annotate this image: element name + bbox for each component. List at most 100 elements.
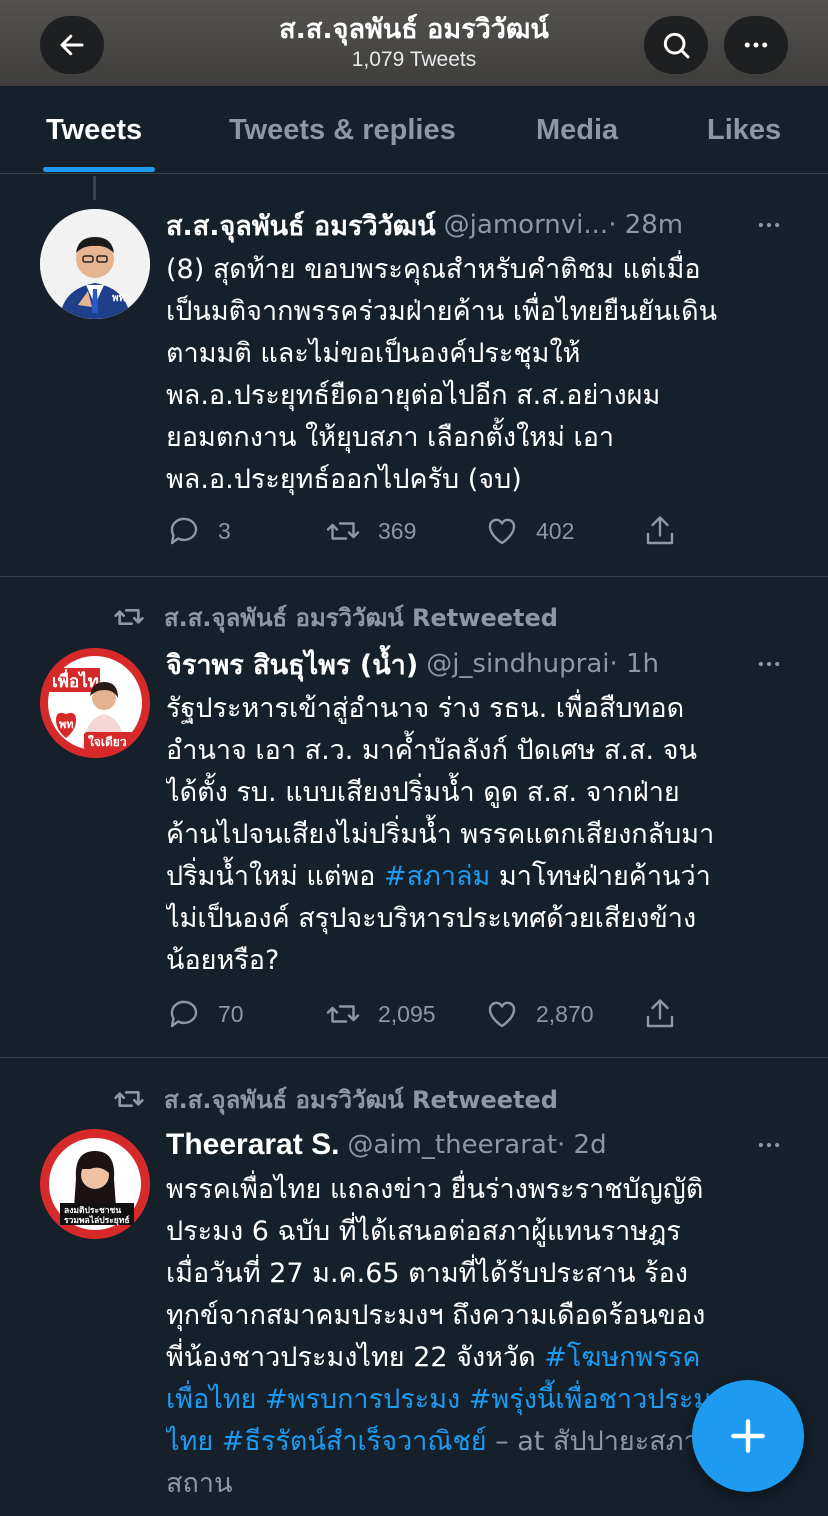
tweet-line: ค้านไปจนเสียงไม่ปริ่มน้ำ พรรคแตกเสียงกลั… [166, 819, 715, 850]
retweet-icon [326, 522, 360, 540]
reply-button[interactable]: 3 [166, 511, 231, 551]
tweet-time[interactable]: · 28m [608, 210, 683, 240]
retweet-button[interactable]: 2,095 [324, 994, 436, 1034]
svg-text:พท: พท [112, 293, 126, 304]
tweet-line: (8) สุดท้าย ขอบพระคุณสำหรับคำติชม แต่เมื… [166, 254, 701, 285]
tweet-actions: 3 369 402 [166, 511, 686, 551]
tweet-text-fragment: ปริ่มน้ำใหม่ แต่พอ [166, 861, 384, 892]
retweeted-by-label[interactable]: ส.ส.จุลพันธ์ อมรวิวัฒน์ Retweeted [164, 598, 558, 637]
avatar-party-logo: เพื่อไทย พท ใจเดียว [40, 648, 150, 758]
avatar[interactable]: เพื่อไทย พท ใจเดียว [40, 648, 150, 758]
reply-count: 3 [218, 517, 231, 544]
tweet-line: น้อยหรือ? [166, 945, 280, 976]
retweet-icon [114, 1091, 144, 1107]
retweet-icon [326, 1005, 360, 1023]
location-text[interactable]: สถาน [166, 1463, 794, 1505]
tweet-line: พล.อ.ประยุทธ์ออกไปครับ (จบ) [166, 464, 522, 495]
profile-tabs: Tweets Tweets & replies Media Likes [0, 86, 828, 174]
hashtag-link[interactable]: #สภาล่ม [384, 861, 490, 892]
tweet-line: พรรคเพื่อไทย แถลงข่าว ยื่นร่างพระราชบัญญ… [166, 1174, 704, 1205]
avatar-slogan-text: ใจเดียว [88, 734, 127, 749]
active-tab-indicator [43, 167, 155, 172]
tweet-text: (8) สุดท้าย ขอบพระคุณสำหรับคำติชม แต่เมื… [166, 249, 794, 501]
tweet-line: ตามมติ และไม่ขอเป็นองค์ประชุมให้ [166, 338, 581, 369]
profile-header: ส.ส.จุลพันธ์ อมรวิวัฒน์ 1,079 Tweets [0, 0, 828, 86]
avatar[interactable]: พท [40, 209, 150, 319]
share-icon [646, 999, 674, 1028]
tweet-more-button[interactable] [752, 208, 786, 242]
tweet-header: จิราพร สินธุไพร (น้ำ) @j_sindhuprai · 1h [166, 644, 768, 684]
retweet-count: 2,095 [378, 1000, 436, 1027]
tweet-more-button[interactable] [752, 1128, 786, 1162]
tweet-line: ประมง 6 ฉบับ ที่ได้เสนอต่อสภาผู้แทนราษฎร [166, 1216, 681, 1247]
retweet-context: ส.ส.จุลพันธ์ อมรวิวัฒน์ Retweeted [110, 600, 558, 634]
hashtag-link[interactable]: ไทย #ธีรรัตน์สำเร็จวาณิชย์ [166, 1426, 487, 1457]
tweet-text-fragment: พี่น้องชาวประมงไทย 22 จังหวัด [166, 1342, 545, 1373]
reply-button[interactable]: 70 [166, 994, 244, 1034]
heart-icon [488, 518, 516, 545]
tweet-line: ไม่เป็นองค์ สรุปจะบริหารประเทศด้วยเสียงข… [166, 903, 697, 934]
tweet-line: ทุกข์จากสมาคมประมงฯ ถึงความเดือดร้อนของ [166, 1300, 706, 1331]
tweet-line: ได้ตั้ง รบ. แบบเสียงปริ่มน้ำ ดูด ส.ส. จา… [166, 777, 680, 808]
tweet-line: พี่น้องชาวประมงไทย 22 จังหวัด #โฆษกพรรค [166, 1337, 794, 1379]
reply-count: 70 [218, 1000, 244, 1027]
tab-likes[interactable]: Likes [707, 112, 781, 148]
tweet-line: เมื่อวันที่ 27 ม.ค.65 ตามที่ได้รับประสาน… [166, 1258, 688, 1289]
tweet-time[interactable]: · 2d [557, 1130, 607, 1160]
author-name[interactable]: ส.ส.จุลพันธ์ อมรวิวัฒน์ [166, 205, 436, 245]
like-button[interactable]: 2,870 [484, 994, 594, 1034]
like-button[interactable]: 402 [484, 511, 574, 551]
author-handle[interactable]: @j_sindhuprai [426, 649, 609, 679]
tab-tweets[interactable]: Tweets [46, 112, 142, 148]
tweet-text: รัฐประหารเข้าสู่อำนาจ ร่าง รธน. เพื่อสืบ… [166, 688, 794, 982]
avatar-badge-text: พท [59, 718, 74, 731]
reply-icon [170, 1000, 198, 1028]
share-button[interactable] [642, 511, 678, 551]
like-count: 402 [536, 517, 575, 544]
more-options-button[interactable] [724, 16, 788, 74]
search-button[interactable] [644, 16, 708, 74]
tab-tweets-and-replies[interactable]: Tweets & replies [229, 112, 456, 148]
share-icon [646, 516, 674, 545]
location-text[interactable]: – at สัปปายะสภา [487, 1426, 698, 1457]
tweet-header: ส.ส.จุลพันธ์ อมรวิวัฒน์ @jamornvi... · 2… [166, 205, 768, 245]
avatar-caption: รวมพลไล่ประยุทธ์ [64, 1215, 130, 1226]
avatar-caption: ลงมติประชาชน [64, 1205, 121, 1216]
avatar-portrait: ลงมติประชาชน รวมพลไล่ประยุทธ์ [40, 1129, 150, 1239]
tweet-header: Theerarat S. @aim_theerarat · 2d [166, 1125, 768, 1165]
tweet-line: อำนาจ เอา ส.ว. มาค้ำบัลลังก์ ปัดเศษ ส.ส.… [166, 735, 697, 766]
tweet[interactable]: พท ส.ส.จุลพันธ์ อมรวิวัฒน์ @jamornvi... … [0, 175, 828, 577]
share-button[interactable] [642, 994, 678, 1034]
retweeted-by-label[interactable]: ส.ส.จุลพันธ์ อมรวิวัฒน์ Retweeted [164, 1080, 558, 1119]
more-horizontal-icon [758, 1142, 780, 1148]
tweet-more-button[interactable] [752, 647, 786, 681]
author-handle[interactable]: @aim_theerarat [347, 1130, 557, 1160]
tweet-text-fragment: มาโทษฝ่ายค้านว่า [490, 861, 711, 892]
author-name[interactable]: Theerarat S. [166, 1128, 339, 1162]
avatar[interactable]: ลงมติประชาชน รวมพลไล่ประยุทธ์ [40, 1129, 150, 1239]
tweet[interactable]: ส.ส.จุลพันธ์ อมรวิวัฒน์ Retweeted เพื่อไ… [0, 578, 828, 1058]
tweet-line: ปริ่มน้ำใหม่ แต่พอ #สภาล่ม มาโทษฝ่ายค้าน… [166, 856, 794, 898]
tweet-line: เป็นมติจากพรรคร่วมฝ่ายค้าน เพื่อไทยยืนยั… [166, 296, 718, 327]
more-horizontal-icon [744, 42, 768, 48]
tweet-time[interactable]: · 1h [609, 649, 659, 679]
retweet-icon [114, 609, 144, 625]
avatar-portrait: พท [40, 209, 150, 319]
tweet-line: พล.อ.ประยุทธ์ยืดอายุต่อไปอีก ส.ส.อย่างผม [166, 380, 661, 411]
hashtag-link[interactable]: #โฆษกพรรค [544, 1342, 700, 1373]
tweet-line: ยอมตกงาน ให้ยุบสภา เลือกตั้งใหม่ เอา [166, 422, 615, 453]
tab-media[interactable]: Media [536, 112, 618, 148]
author-handle[interactable]: @jamornvi... [444, 210, 609, 240]
tweet-line: รัฐประหารเข้าสู่อำนาจ ร่าง รธน. เพื่อสืบ… [166, 693, 685, 724]
tweet-actions: 70 2,095 2,870 [166, 994, 686, 1034]
reply-icon [170, 517, 198, 545]
compose-tweet-button[interactable] [692, 1380, 804, 1492]
more-horizontal-icon [758, 661, 780, 667]
like-count: 2,870 [536, 1000, 594, 1027]
retweet-count: 369 [378, 517, 417, 544]
heart-icon [488, 1001, 516, 1028]
author-name[interactable]: จิราพร สินธุไพร (น้ำ) [166, 644, 418, 684]
more-horizontal-icon [758, 222, 780, 228]
compose-plus-icon [731, 1419, 765, 1453]
retweet-button[interactable]: 369 [324, 511, 416, 551]
